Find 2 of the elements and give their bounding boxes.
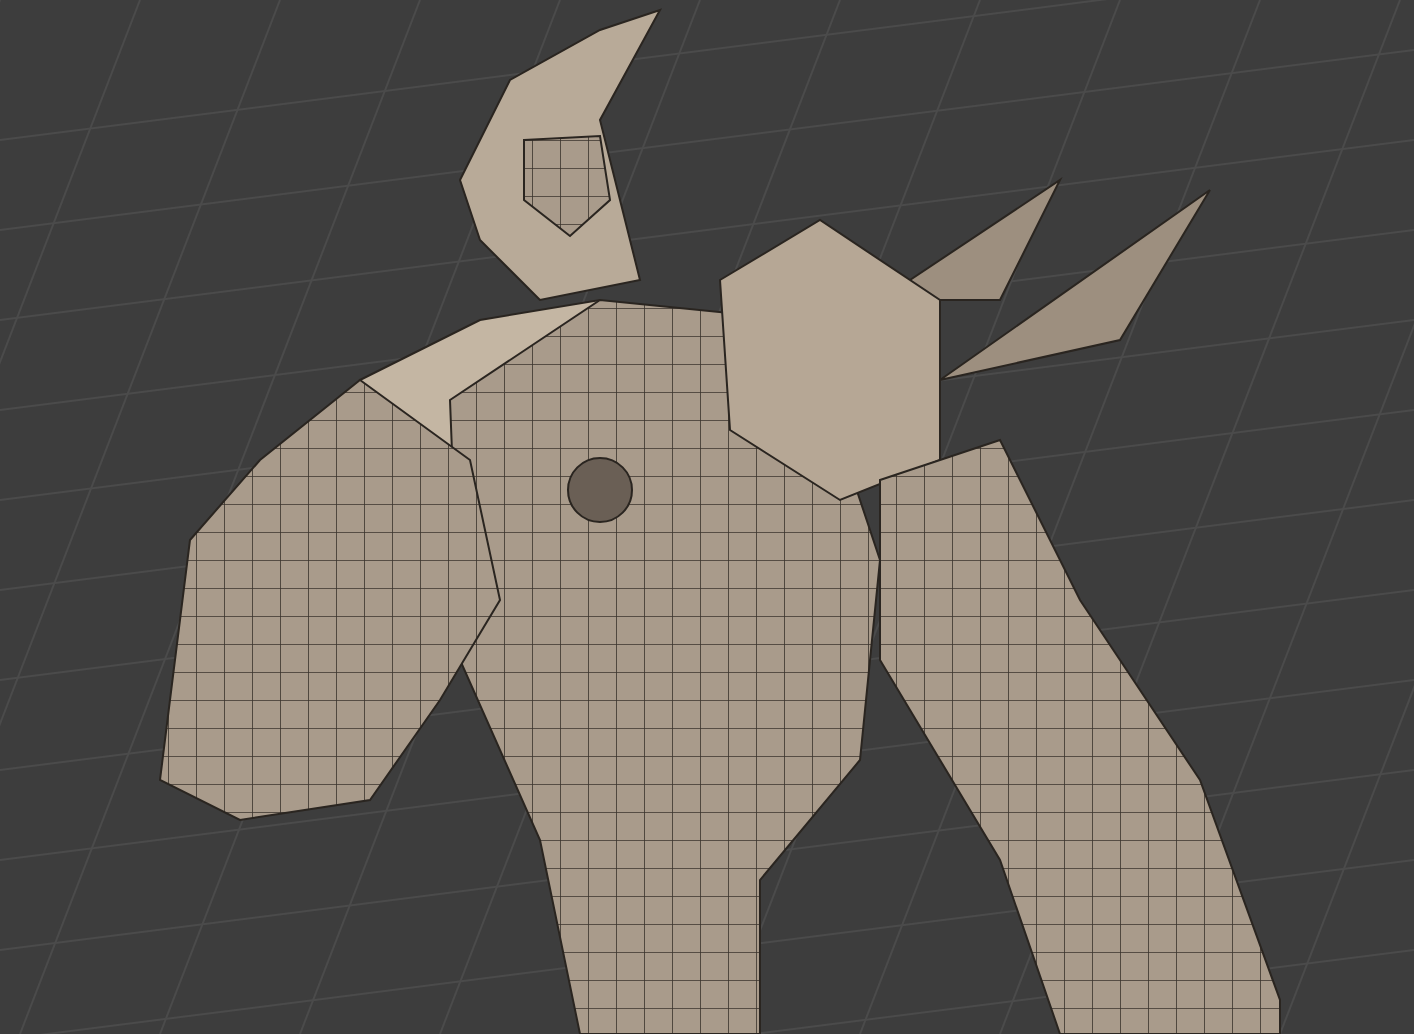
mesh-model-drawing[interactable] [158,8,1281,1034]
3d-viewport[interactable] [0,0,1414,1034]
